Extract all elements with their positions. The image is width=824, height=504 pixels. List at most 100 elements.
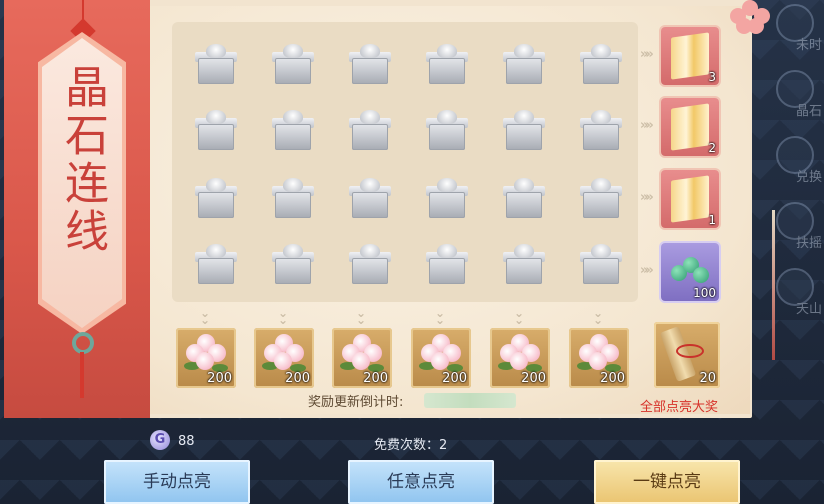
grid-cell[interactable]	[498, 36, 550, 88]
side-nav-item-3[interactable]: 扶摇	[756, 202, 824, 256]
reward-count: 200	[600, 371, 625, 386]
side-nav-item-2[interactable]: 兑换	[756, 136, 824, 190]
column-reward-slot[interactable]: 200	[569, 328, 629, 388]
currency-value: 88	[178, 434, 195, 449]
left-banner: 晶石连线	[4, 0, 150, 418]
grid-cell[interactable]	[421, 236, 473, 288]
grid-cell[interactable]	[575, 236, 627, 288]
golden-scroll-icon	[671, 175, 709, 223]
grand-prize-label: 全部点亮大奖	[640, 400, 719, 415]
any-light-button[interactable]: 任意点亮	[348, 460, 494, 504]
camellia-flower-icon	[496, 334, 544, 374]
tassel-icon	[772, 210, 775, 360]
reward-count: 100	[693, 286, 716, 300]
side-nav-item-4[interactable]: 天山	[756, 268, 824, 322]
chevron-down-icon: ⌄ ⌄	[356, 306, 367, 327]
side-nav-label: 天山	[795, 302, 822, 317]
tassel-icon	[80, 352, 84, 398]
grid-cell[interactable]	[575, 102, 627, 154]
grid-cell[interactable]	[344, 36, 396, 88]
gift-box-icon	[579, 178, 623, 218]
row-reward-slot[interactable]: 3	[661, 27, 719, 85]
grid-cell[interactable]	[344, 102, 396, 154]
camellia-flower-icon	[417, 334, 465, 374]
grid-cell[interactable]	[344, 236, 396, 288]
gift-box-icon	[579, 44, 623, 84]
row-reward-slot[interactable]: 1	[661, 170, 719, 228]
gift-box-icon	[502, 44, 546, 84]
gift-box-icon	[271, 110, 315, 150]
grid-cell[interactable]	[498, 102, 550, 154]
column-reward-slot[interactable]: 200	[490, 328, 550, 388]
grand-prize-count: 20	[699, 371, 716, 386]
reward-count: 2	[708, 141, 716, 155]
grid-cell[interactable]	[575, 170, 627, 222]
grid-cell[interactable]	[190, 236, 242, 288]
camellia-flower-icon	[182, 334, 230, 374]
grid-cell[interactable]	[421, 102, 473, 154]
grid-cell[interactable]	[190, 170, 242, 222]
grid-cell[interactable]	[267, 102, 319, 154]
gift-box-icon	[425, 178, 469, 218]
free-tries: 免费次数：2	[374, 438, 448, 453]
column-reward-slot[interactable]: 200	[176, 328, 236, 388]
gift-box-icon	[194, 244, 238, 284]
row-reward-slot[interactable]: 100	[661, 243, 719, 301]
chevron-down-icon: ⌄ ⌄	[435, 306, 446, 327]
manual-light-button[interactable]: 手动点亮	[104, 460, 250, 504]
gift-box-icon	[194, 44, 238, 84]
grand-prize-slot[interactable]: 20	[654, 322, 720, 388]
row-reward-slot[interactable]: 2	[661, 98, 719, 156]
golden-scroll-icon	[671, 32, 709, 80]
column-reward-slot[interactable]: 200	[332, 328, 392, 388]
gift-box-icon	[502, 244, 546, 284]
reward-count: 200	[442, 371, 467, 386]
camellia-flower-icon	[575, 334, 623, 374]
gift-box-icon	[271, 178, 315, 218]
gift-box-icon	[348, 110, 392, 150]
grid-cell[interactable]	[267, 236, 319, 288]
grid-cell[interactable]	[344, 170, 396, 222]
jade-pills-icon	[671, 257, 711, 289]
chevron-right-icon: »»	[640, 263, 654, 278]
gift-box-icon	[348, 44, 392, 84]
gift-box-icon	[271, 44, 315, 84]
side-nav-item-1[interactable]: 晶石	[756, 70, 824, 124]
reward-count: 3	[708, 70, 716, 84]
chevron-down-icon: ⌄ ⌄	[278, 306, 289, 327]
reward-count: 200	[207, 371, 232, 386]
chevron-right-icon: »»	[640, 47, 654, 62]
gift-box-icon	[271, 244, 315, 284]
chevron-down-icon: ⌄ ⌄	[514, 306, 525, 327]
side-nav-label: 未时	[795, 38, 822, 53]
reward-count: 200	[285, 371, 310, 386]
column-reward-slot[interactable]: 200	[411, 328, 471, 388]
grid-cell[interactable]	[421, 170, 473, 222]
grid-cell[interactable]	[498, 236, 550, 288]
gift-box-icon	[194, 178, 238, 218]
page-title: 晶石连线	[57, 64, 108, 256]
chevron-right-icon: »»	[640, 190, 654, 205]
grid-cell[interactable]	[575, 36, 627, 88]
side-nav-label: 晶石	[795, 104, 822, 119]
chevron-down-icon: ⌄ ⌄	[593, 306, 604, 327]
chevron-right-icon: »»	[640, 118, 654, 133]
grid-cell[interactable]	[267, 36, 319, 88]
column-reward-slot[interactable]: 200	[254, 328, 314, 388]
chevron-down-icon: ⌄ ⌄	[200, 306, 211, 327]
countdown-label: 奖励更新倒计时:	[308, 395, 404, 410]
grid-cell[interactable]	[190, 36, 242, 88]
grid-cell[interactable]	[421, 36, 473, 88]
camellia-flower-icon	[338, 334, 386, 374]
crystal-grid	[172, 22, 638, 302]
gift-box-icon	[348, 178, 392, 218]
grid-cell[interactable]	[190, 102, 242, 154]
gift-box-icon	[425, 110, 469, 150]
grid-cell[interactable]	[498, 170, 550, 222]
side-nav-label: 扶摇	[795, 236, 822, 251]
plum-blossom-icon	[728, 0, 772, 34]
gift-box-icon	[502, 178, 546, 218]
side-nav-label: 兑换	[795, 170, 822, 185]
grid-cell[interactable]	[267, 170, 319, 222]
one-click-light-button[interactable]: 一键点亮	[594, 460, 740, 504]
